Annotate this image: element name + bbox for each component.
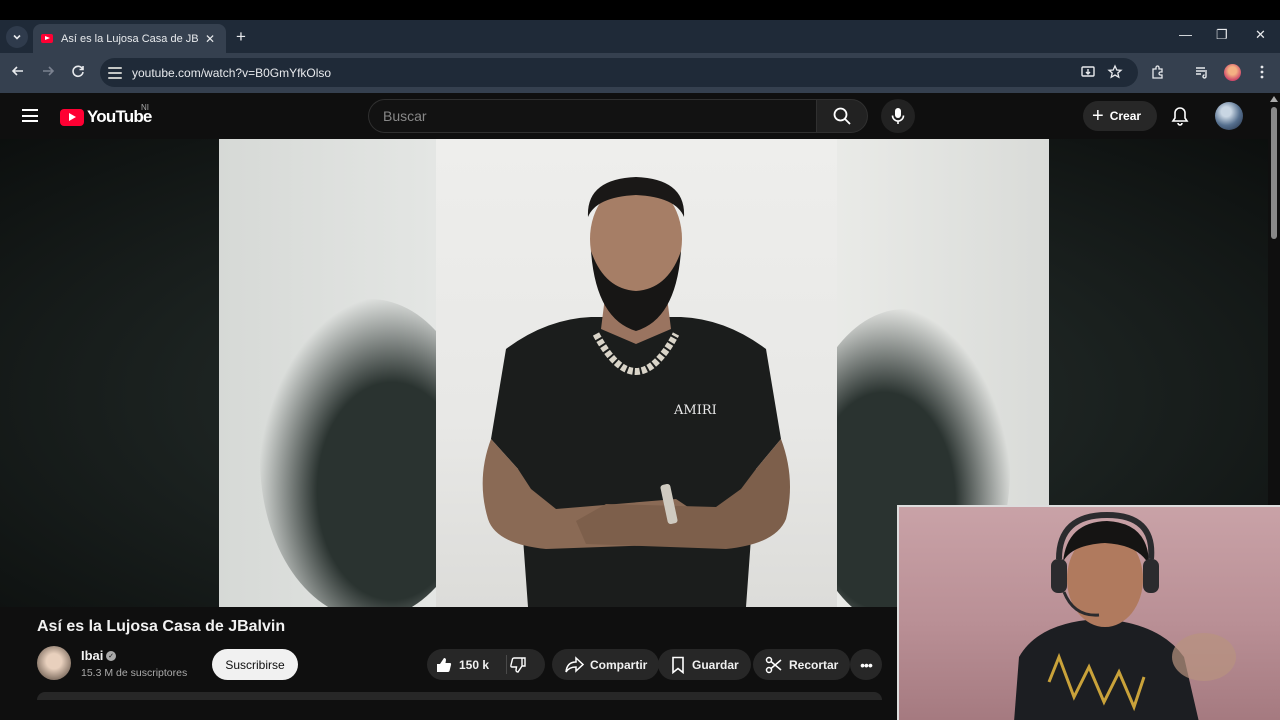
search-icon [833, 107, 851, 125]
verified-badge-icon: ✓ [106, 651, 116, 661]
like-divider [506, 655, 507, 674]
restore-button[interactable]: ❐ [1216, 27, 1228, 43]
clip-label: Recortar [789, 657, 839, 672]
tab-strip: Así es la Lujosa Casa de JBalvin ✕ + — ❐… [0, 20, 1280, 53]
person-portrait-image: AMIRI [482, 177, 790, 607]
youtube-favicon-icon [41, 34, 53, 43]
video-title: Así es la Lujosa Casa de JBalvin [37, 618, 286, 635]
search-input[interactable] [369, 100, 789, 132]
youtube-masthead: YouTube NI + Crear [0, 93, 1268, 139]
screen-top-edge [0, 0, 1280, 20]
share-label: Compartir [590, 657, 648, 672]
address-bar[interactable]: youtube.com/watch?v=B0GmYfkOlso [100, 58, 1138, 87]
notifications-bell-icon[interactable] [1170, 106, 1190, 126]
forward-icon[interactable] [40, 63, 56, 79]
profile-icon[interactable] [1224, 64, 1241, 81]
like-button[interactable]: 150 k [435, 656, 489, 674]
shirt-print: AMIRI [673, 403, 717, 418]
reload-icon[interactable] [70, 63, 86, 79]
more-actions-button[interactable]: ••• [850, 649, 882, 680]
guide-menu-icon[interactable] [22, 109, 38, 122]
tab-close-icon[interactable]: ✕ [205, 32, 215, 46]
search-box [368, 99, 816, 133]
close-window-button[interactable]: ✕ [1255, 27, 1266, 43]
install-app-icon[interactable] [1080, 64, 1096, 80]
back-icon[interactable] [10, 63, 26, 79]
thumbs-up-icon [436, 657, 452, 672]
channel-avatar[interactable] [37, 646, 71, 680]
voice-search-button[interactable] [881, 99, 915, 133]
save-button[interactable]: Guardar [658, 649, 751, 680]
like-count: 150 k [458, 657, 490, 672]
tab-search-button[interactable] [6, 26, 28, 48]
browser-tab[interactable]: Así es la Lujosa Casa de JBalvin ✕ [33, 24, 226, 53]
webcam-person-image [1014, 511, 1236, 720]
site-info-icon[interactable] [108, 66, 122, 79]
bookmark-star-icon[interactable] [1107, 64, 1123, 80]
microphone-icon [891, 108, 905, 124]
description-box-edge[interactable] [37, 692, 882, 700]
url-text: youtube.com/watch?v=B0GmYfkOlso [132, 65, 332, 80]
scrollbar-thumb[interactable] [1271, 107, 1277, 239]
scroll-up-arrow-icon[interactable] [1270, 96, 1278, 102]
new-tab-button[interactable]: + [236, 27, 246, 47]
like-dislike-segment: 150 k [427, 649, 545, 680]
account-avatar[interactable] [1215, 102, 1243, 130]
share-arrow-icon [565, 655, 584, 673]
minimize-button[interactable]: — [1179, 27, 1192, 42]
tab-title: Así es la Lujosa Casa de JBalvin [61, 32, 199, 45]
subscribe-button[interactable]: Suscribirse [212, 649, 298, 680]
browser-toolbar: youtube.com/watch?v=B0GmYfkOlso [0, 53, 1280, 93]
share-button[interactable]: Compartir [552, 649, 660, 680]
youtube-logo[interactable]: YouTube NI [60, 103, 152, 127]
extensions-icon[interactable] [1150, 64, 1166, 80]
bookmark-icon [672, 656, 684, 674]
country-code: NI [141, 103, 149, 112]
youtube-play-icon [60, 108, 84, 126]
create-button[interactable]: + Crear [1083, 101, 1157, 131]
media-control-icon[interactable] [1194, 64, 1210, 80]
video-frame-portrait: AMIRI [436, 139, 837, 607]
save-label: Guardar [692, 657, 739, 672]
channel-name-link[interactable]: Ibai [81, 648, 103, 663]
dislike-button[interactable] [509, 656, 527, 674]
scissors-icon [765, 656, 782, 673]
create-label: Crear [1109, 109, 1142, 123]
clip-button[interactable]: Recortar [753, 649, 851, 680]
search-button[interactable] [816, 99, 868, 133]
subscriber-count: 15.3 M de suscriptores [81, 667, 188, 679]
chevron-down-icon [13, 34, 21, 40]
streamer-webcam-overlay [897, 505, 1280, 720]
plus-icon: + [1092, 105, 1104, 127]
menu-icon[interactable] [1254, 64, 1270, 80]
